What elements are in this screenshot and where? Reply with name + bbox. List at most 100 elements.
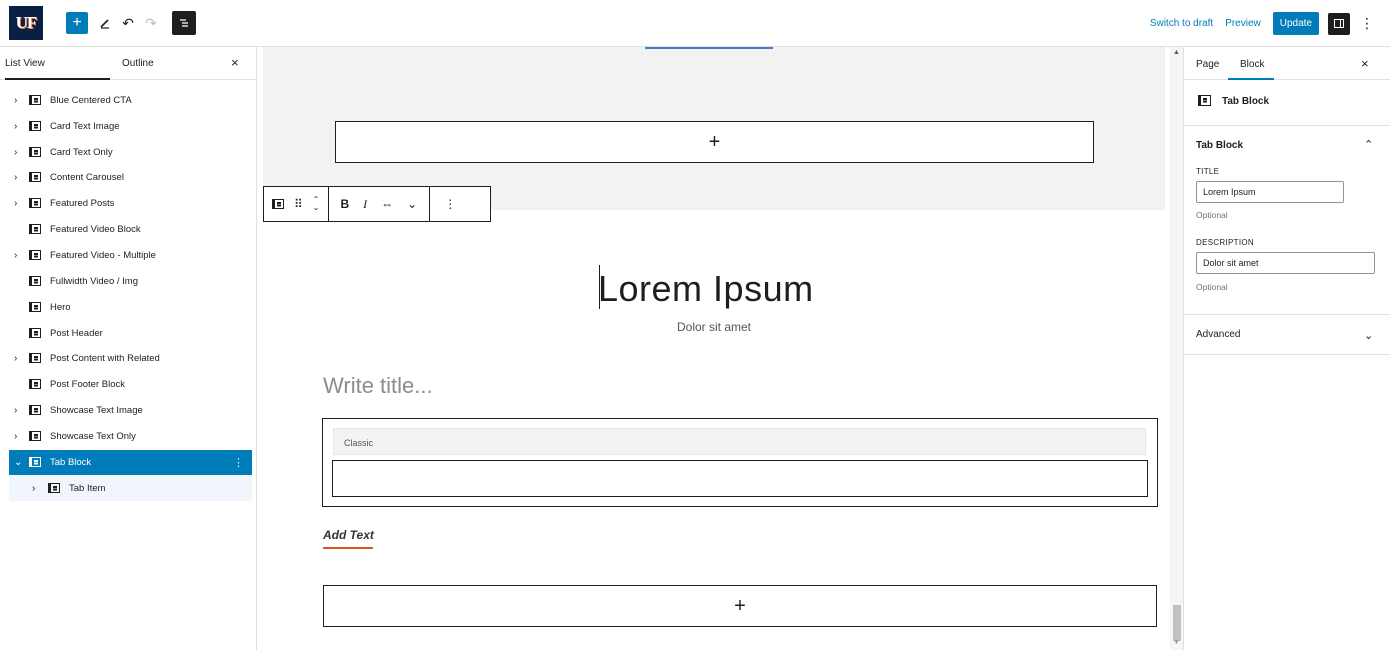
list-item[interactable]: Fullwidth Video / Img — [0, 269, 252, 294]
chevron-right-icon[interactable]: › — [14, 198, 17, 209]
document-overview-button[interactable] — [172, 11, 196, 35]
chevron-right-icon[interactable]: › — [14, 250, 17, 261]
chevron-down-icon[interactable]: ⌄ — [1364, 329, 1373, 342]
preview-button[interactable]: Preview — [1225, 18, 1261, 29]
list-item[interactable]: Post Footer Block — [0, 372, 252, 397]
list-item[interactable]: › Content Carousel — [0, 165, 252, 190]
settings-sidebar-toggle[interactable] — [1328, 12, 1350, 35]
move-down-icon[interactable]: ⌄ — [313, 204, 320, 212]
tab-outline[interactable]: Outline — [122, 58, 154, 69]
description-help: Optional — [1196, 282, 1228, 292]
site-logo[interactable]: UF — [9, 6, 43, 40]
block-icon — [29, 457, 41, 467]
list-item-label: Post Footer Block — [50, 379, 125, 390]
block-appender-button[interactable]: + — [323, 585, 1157, 627]
list-item-label: Tab Item — [69, 483, 106, 494]
tools-pen-icon[interactable] — [94, 12, 116, 34]
list-item[interactable]: › Showcase Text Only — [0, 424, 252, 449]
chevron-up-icon[interactable]: ⌃ — [1364, 138, 1373, 151]
chevron-right-icon[interactable]: › — [14, 431, 17, 442]
list-item[interactable]: › Featured Video - Multiple — [0, 243, 252, 268]
list-item[interactable]: › Blue Centered CTA — [0, 88, 252, 113]
list-item-label: Fullwidth Video / Img — [50, 276, 139, 287]
block-icon — [29, 121, 41, 131]
link-icon[interactable]: ⇔ — [381, 197, 393, 211]
classic-label: Classic — [333, 428, 1146, 455]
active-tab-indicator — [5, 78, 110, 80]
scroll-up-icon[interactable]: ▲ — [1173, 49, 1180, 56]
title-field[interactable] — [1196, 181, 1344, 203]
block-options-button[interactable]: ⋮ — [233, 456, 244, 469]
list-item-label: Featured Posts — [50, 198, 115, 209]
chevron-right-icon[interactable]: › — [14, 405, 17, 416]
tab-block-settings-panel: Tab Block ⌃ TITLE Optional DESCRIPTION O… — [1184, 126, 1390, 315]
left-panel-tabs: List View Outline × — [0, 47, 256, 80]
list-item[interactable]: › Showcase Text Image — [0, 398, 252, 423]
chevron-right-icon[interactable]: › — [14, 147, 17, 158]
tab-block-subheading[interactable]: Dolor sit amet — [258, 320, 1170, 334]
scrollbar-thumb[interactable] — [1173, 605, 1181, 641]
close-settings-button[interactable]: × — [1361, 56, 1369, 71]
chevron-down-icon[interactable]: ⌄ — [14, 457, 22, 468]
undo-button[interactable]: ↶ — [117, 12, 139, 34]
block-icon — [29, 224, 41, 234]
chevron-right-icon[interactable]: › — [14, 172, 17, 183]
scroll-down-icon[interactable]: ▼ — [1173, 639, 1180, 646]
advanced-title[interactable]: Advanced — [1196, 329, 1240, 340]
chevron-down-icon[interactable]: ⌄ — [407, 197, 417, 211]
canvas-scrollbar[interactable]: ▲ ▼ — [1170, 47, 1183, 650]
toolbar-format-group: B I ⇔ ⌄ — [329, 187, 431, 221]
add-block-button[interactable]: + — [66, 12, 88, 34]
list-view-icon — [180, 19, 188, 27]
list-item[interactable]: Hero — [0, 295, 252, 320]
list-item[interactable]: Featured Video Block — [0, 217, 252, 242]
list-item-tab-block[interactable]: ⌄ Tab Block ⋮ — [9, 450, 252, 475]
list-item[interactable]: › Post Content with Related — [0, 346, 252, 371]
tab-title-placeholder[interactable]: Write title... — [323, 373, 433, 399]
drag-handle-icon[interactable]: ⠿ — [294, 197, 303, 211]
italic-button[interactable]: I — [363, 197, 367, 212]
update-button[interactable]: Update — [1272, 12, 1319, 35]
sidebar-icon — [1334, 19, 1344, 28]
title-help: Optional — [1196, 210, 1228, 220]
bold-button[interactable]: B — [341, 197, 350, 211]
chevron-right-icon[interactable]: › — [14, 121, 17, 132]
block-icon — [29, 172, 41, 182]
panel-title[interactable]: Tab Block — [1196, 140, 1243, 151]
list-item-label: Card Text Image — [50, 121, 120, 132]
close-list-view-button[interactable]: × — [231, 55, 239, 70]
block-icon — [29, 250, 41, 260]
switch-to-draft-button[interactable]: Switch to draft — [1150, 18, 1213, 29]
tab-list-view[interactable]: List View — [5, 58, 45, 69]
add-text-underline — [323, 547, 373, 549]
redo-button[interactable]: ↷ — [140, 12, 162, 34]
block-options-button[interactable]: ⋮ — [444, 197, 456, 211]
title-label: TITLE — [1196, 167, 1220, 176]
chevron-right-icon[interactable]: › — [14, 353, 17, 364]
block-appender-button[interactable]: + — [335, 121, 1094, 163]
list-item-label: Showcase Text Image — [50, 405, 143, 416]
list-item-label: Post Content with Related — [50, 353, 160, 364]
block-icon — [29, 147, 41, 157]
add-text-link[interactable]: Add Text — [323, 528, 374, 542]
options-menu-button[interactable]: ⋮ — [1360, 15, 1374, 32]
list-item[interactable]: › Card Text Only — [0, 140, 252, 165]
advanced-panel[interactable]: Advanced ⌄ — [1184, 315, 1390, 355]
tab-page[interactable]: Page — [1196, 59, 1219, 70]
list-item[interactable]: Post Header — [0, 321, 252, 346]
settings-sidebar: Page Block × Tab Block Tab Block ⌃ TITLE… — [1183, 47, 1390, 650]
chevron-right-icon[interactable]: › — [32, 483, 35, 494]
classic-editor-area[interactable] — [332, 460, 1148, 497]
block-type-icon[interactable] — [272, 199, 284, 209]
description-field[interactable] — [1196, 252, 1375, 274]
classic-block[interactable]: Classic — [322, 418, 1158, 507]
chevron-right-icon[interactable]: › — [14, 95, 17, 106]
decorative-line — [645, 47, 773, 49]
tab-block[interactable]: Block — [1240, 59, 1264, 70]
sidebar-tabs: Page Block × — [1184, 47, 1390, 80]
list-item-tab-item[interactable]: › Tab Item — [9, 476, 252, 501]
list-item[interactable]: › Card Text Image — [0, 114, 252, 139]
tab-block-heading[interactable]: Lorem Ipsum — [598, 268, 814, 310]
list-item[interactable]: › Featured Posts — [0, 191, 252, 216]
block-card-title: Tab Block — [1222, 96, 1270, 107]
